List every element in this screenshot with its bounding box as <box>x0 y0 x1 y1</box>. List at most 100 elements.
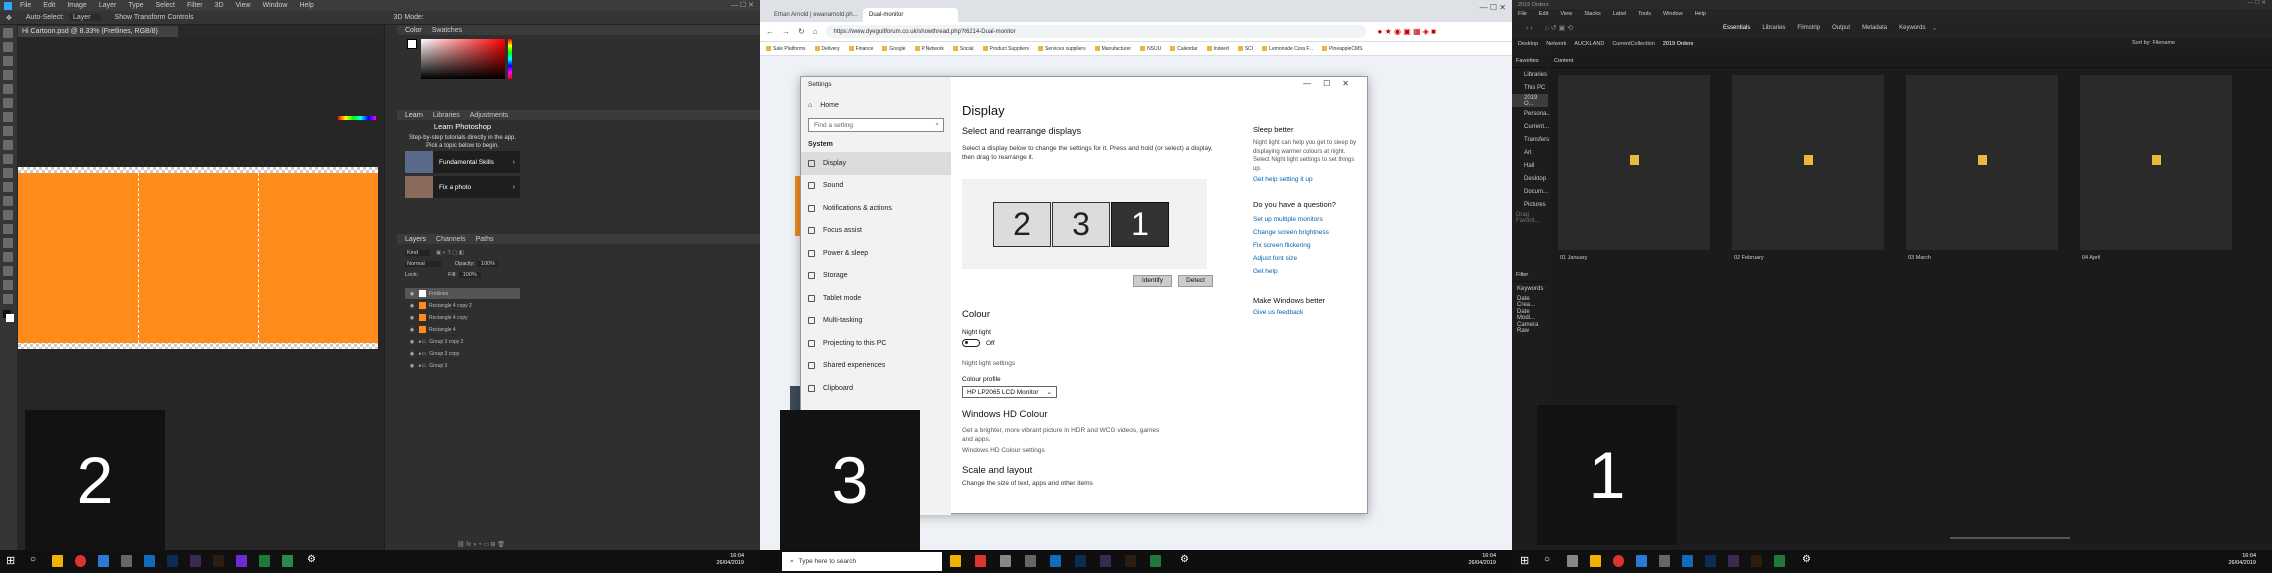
filter-item[interactable]: Date Crea... <box>1512 295 1548 308</box>
libraries-tab[interactable]: Libraries <box>433 112 460 119</box>
canvas[interactable] <box>18 173 378 343</box>
settings-search[interactable]: Find a setting ⌕ <box>808 118 944 132</box>
bookmark[interactable]: P.Network <box>914 46 944 52</box>
favorite-item[interactable]: Hall <box>1512 159 1548 172</box>
address-bar[interactable]: https://www.dyeguitforum.co.uk/showthrea… <box>825 25 1366 38</box>
ps-menu-edit[interactable]: Edit <box>43 2 55 9</box>
favorite-item[interactable]: Docum... <box>1512 185 1548 198</box>
workspace-output[interactable]: Output <box>1832 25 1850 31</box>
lr-menu-item[interactable]: View <box>1560 11 1572 17</box>
nav-label[interactable]: Projecting to this PC <box>823 340 886 347</box>
paths-tab[interactable]: Paths <box>476 236 494 243</box>
folder-label[interactable]: 01 January <box>1560 255 1587 261</box>
ps-menu-image[interactable]: Image <box>67 2 86 9</box>
windows-start-icon[interactable]: ⊞ <box>6 554 15 567</box>
filter-item[interactable]: Keywords <box>1512 282 1548 295</box>
eye-icon[interactable]: ◉ <box>405 327 419 333</box>
nav-power-sleep[interactable]: Power & sleep <box>801 242 951 265</box>
bookmark-label[interactable]: Indeed <box>1214 46 1229 52</box>
auto-select-dropdown[interactable]: Layer <box>70 14 101 21</box>
extension-icons[interactable]: ● ★ ◉ ▣ ▦ ◈ ■ <box>1378 27 1436 36</box>
type-icon[interactable] <box>3 238 13 248</box>
hand-icon[interactable] <box>3 280 13 290</box>
help-link[interactable]: Set up multiple monitors <box>1253 213 1358 226</box>
path-select-icon[interactable] <box>3 252 13 262</box>
filter-item[interactable]: Date Modi... <box>1512 308 1548 321</box>
ps-menu-window[interactable]: Window <box>263 2 288 9</box>
nav-label[interactable]: Shared experiences <box>823 362 885 369</box>
favorite-item[interactable]: Current... <box>1512 120 1549 133</box>
app-icon[interactable] <box>1705 555 1716 567</box>
ps-menu-select[interactable]: Select <box>156 2 175 9</box>
chrome-tab-active[interactable]: Dual-monitor <box>863 8 958 22</box>
colour-profile-select[interactable]: HP LP2065 LCD Monitor ⌄ <box>962 386 1057 398</box>
layers-tab[interactable]: Layers <box>405 236 426 243</box>
bookmark[interactable]: Indeed <box>1206 46 1229 52</box>
fill-input[interactable]: 100% <box>458 271 481 278</box>
layer-row[interactable]: ◉ Rectangle 4 copy 2 <box>405 300 520 312</box>
app-icon[interactable] <box>950 555 961 567</box>
app-icon[interactable] <box>121 555 132 567</box>
bookmark[interactable]: Google <box>882 46 906 52</box>
bookmark-label[interactable]: Google <box>889 46 905 52</box>
search-placeholder[interactable]: Find a setting <box>814 122 853 129</box>
app-icon[interactable] <box>1150 555 1161 567</box>
app-icon[interactable] <box>236 555 247 567</box>
folder-label[interactable]: 03 March <box>1908 255 1931 261</box>
app-icon[interactable] <box>975 555 986 567</box>
bookmark[interactable]: Delivery <box>814 46 840 52</box>
favorite-item[interactable]: Pictures <box>1512 198 1548 211</box>
workspace-keywords[interactable]: Keywords <box>1899 25 1925 31</box>
nav-notifications[interactable]: Notifications & actions <box>801 197 951 220</box>
nav-clipboard[interactable]: Clipboard <box>801 377 951 400</box>
favorite-item[interactable]: Libraries <box>1512 68 1548 81</box>
search-icon[interactable]: ○ <box>1544 554 1550 565</box>
app-icon[interactable] <box>1774 555 1785 567</box>
layer-filter-icons[interactable]: ▣ ◐ T ▢ ◧ <box>436 250 464 256</box>
back-icon[interactable]: ‹ › <box>1526 25 1533 32</box>
zoom-icon[interactable] <box>3 294 13 304</box>
bookmark-label[interactable]: Product Suppliers <box>990 46 1029 52</box>
layer-name[interactable]: Group 3 copy 2 <box>429 339 463 345</box>
background-color-icon[interactable] <box>6 314 14 322</box>
app-icon[interactable] <box>1025 555 1036 567</box>
magic-wand-icon[interactable] <box>3 70 13 80</box>
taskbar-search-placeholder[interactable]: Type here to search <box>799 558 856 565</box>
transform-controls-checkbox[interactable]: Show Transform Controls <box>115 14 194 21</box>
ps-menu-type[interactable]: Type <box>128 2 143 9</box>
layer-filter-kind[interactable]: Kind <box>405 249 431 256</box>
ps-doc-tab[interactable]: Hi Cartoon.psd @ 8.33% (Fretlines, RGB/8… <box>18 26 178 37</box>
taskbar-clock[interactable]: 16:04 26/04/2019 <box>2228 553 2256 567</box>
workspace-metadata[interactable]: Metadata <box>1862 25 1887 31</box>
bookmark-label[interactable]: NSUU <box>1147 46 1161 52</box>
settings-home[interactable]: ⌂ Home <box>801 95 951 115</box>
ps-menu-layer[interactable]: Layer <box>99 2 117 9</box>
bookmark[interactable]: Finance <box>848 46 873 52</box>
eraser-icon[interactable] <box>3 168 13 178</box>
back-icon[interactable]: ← <box>766 27 774 36</box>
color-picker-field[interactable] <box>421 39 505 79</box>
lr-menu-item[interactable]: Stacks <box>1584 11 1601 17</box>
bookmark-label[interactable]: PineappleCMS <box>1329 46 1362 52</box>
lr-menu-item[interactable]: Help <box>1695 11 1706 17</box>
settings-gear-icon[interactable]: ⚙ <box>307 554 316 565</box>
thumbnail-size-slider[interactable] <box>1950 537 2070 539</box>
opacity-input[interactable]: 100% <box>476 260 499 267</box>
color-tab[interactable]: Color <box>405 27 422 34</box>
workspace-libraries[interactable]: Libraries <box>1762 25 1785 31</box>
stamp-icon[interactable] <box>3 140 13 150</box>
tab-title[interactable]: Ethan Arnold | ewanarnold.ph... <box>774 12 858 18</box>
workspace-essentials[interactable]: Essentials <box>1723 25 1750 31</box>
learn-card-label[interactable]: Fundamental Skills <box>439 159 513 166</box>
feedback-link[interactable]: Give us feedback <box>1253 306 1358 319</box>
chrome-icon[interactable] <box>1613 555 1624 567</box>
bookmark[interactable]: Calendar <box>1170 46 1198 52</box>
identify-button[interactable]: Identify <box>1133 275 1172 287</box>
settings-window-controls[interactable]: —☐✕ <box>1303 79 1361 88</box>
display-tile-3[interactable]: 3 <box>1052 202 1110 247</box>
nav-label[interactable]: Storage <box>823 272 848 279</box>
hue-slider[interactable] <box>508 39 512 79</box>
eye-icon[interactable]: ◉ <box>405 363 419 369</box>
sort-menu[interactable]: Sort by: Filename <box>2132 40 2175 46</box>
bookmark[interactable]: Product Suppliers <box>982 46 1029 52</box>
